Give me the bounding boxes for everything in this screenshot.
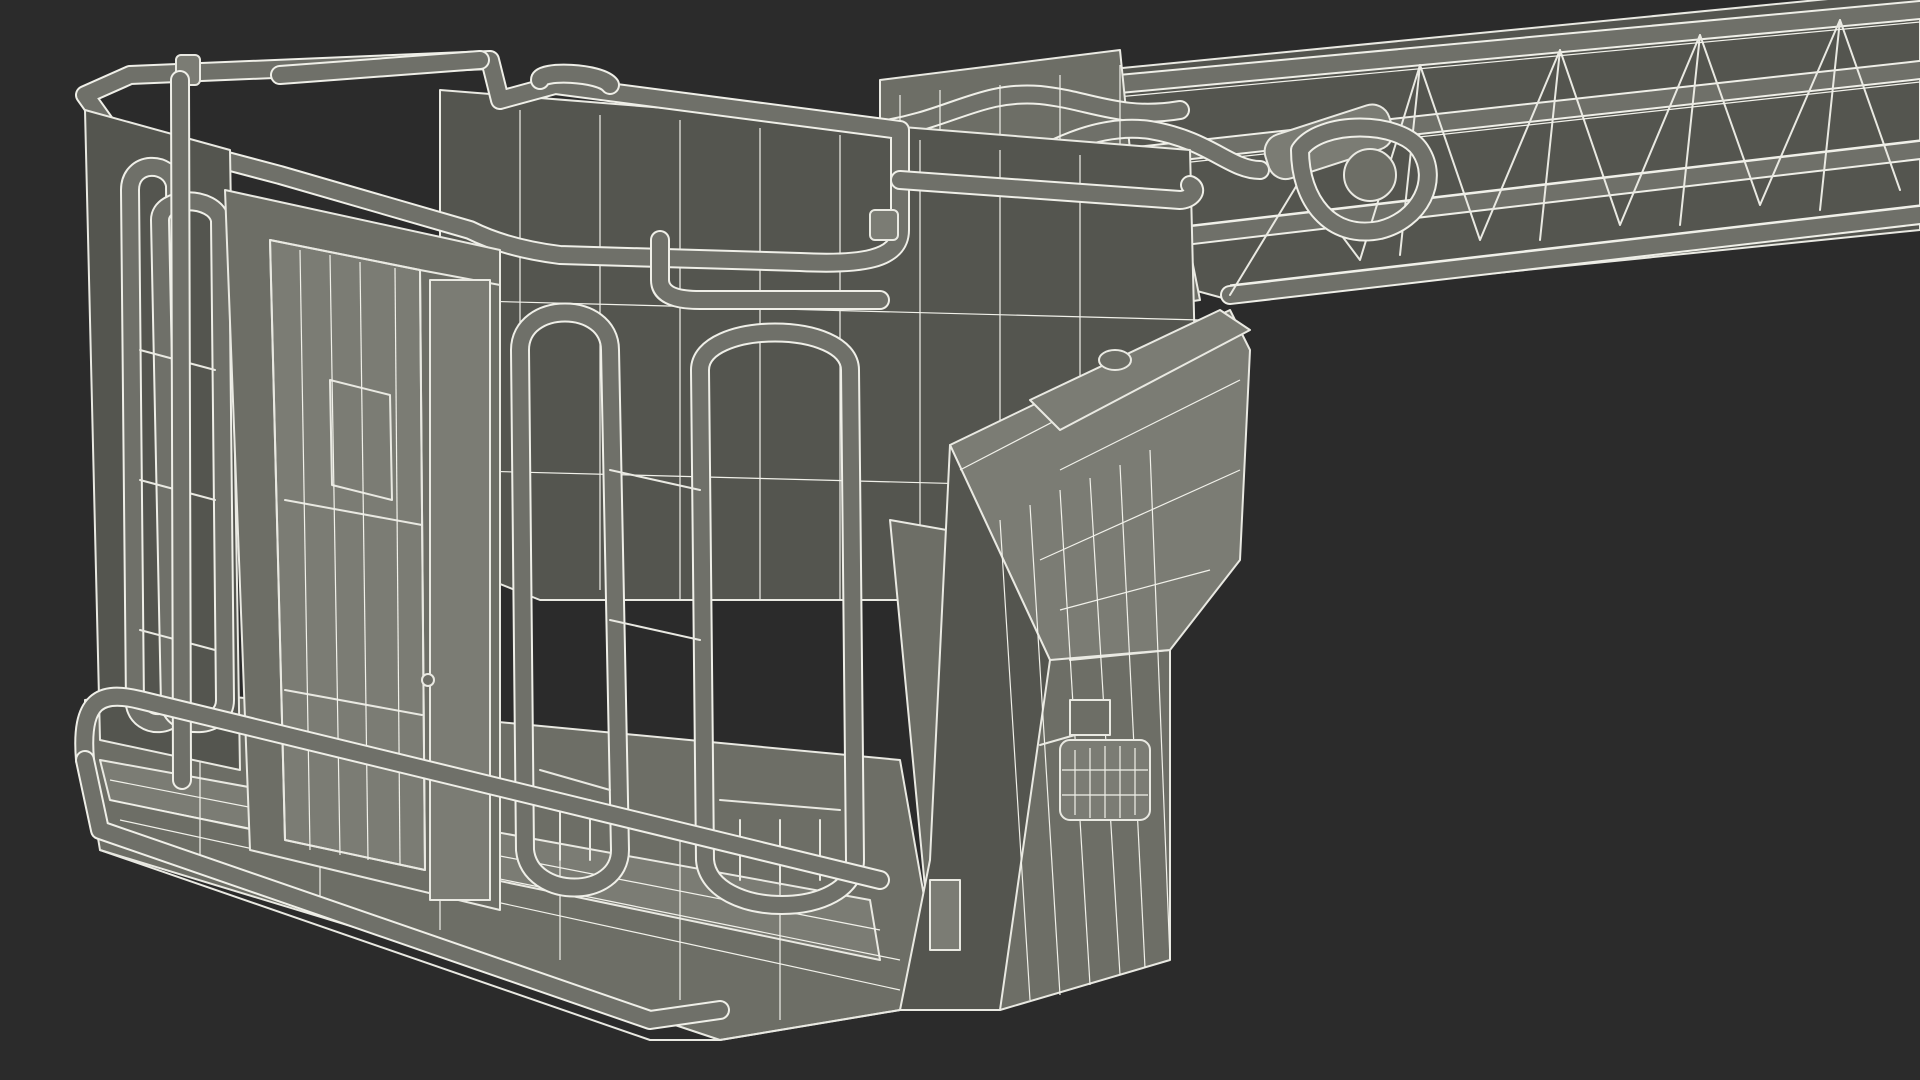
wireframe-render <box>74 0 1920 1041</box>
render-viewport <box>0 0 1920 1080</box>
basket-door-panel <box>224 189 501 911</box>
left-side-frame <box>84 70 241 790</box>
